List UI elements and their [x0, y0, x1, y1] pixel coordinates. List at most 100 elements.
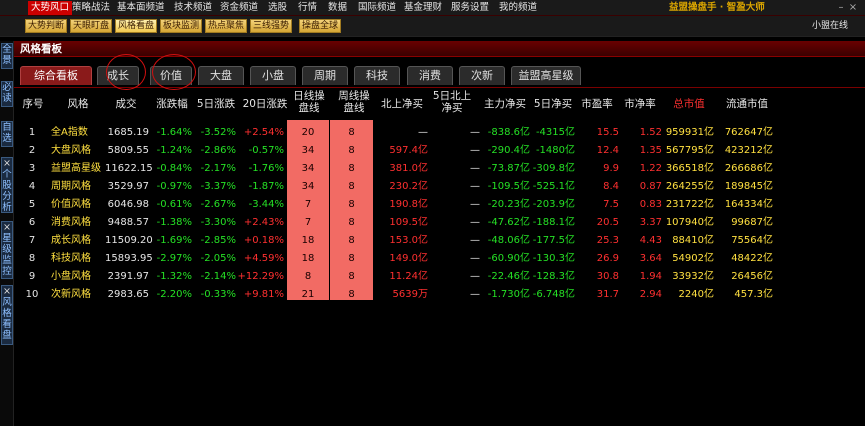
menu-shuju[interactable]: 数据 [328, 1, 347, 15]
side-tab-xingji[interactable]: × 星级监控 [1, 221, 13, 279]
table-row[interactable]: 9 小盘风格 2391.97 -1.32% -2.14% +12.29% 8 8 11.24亿 —… [14, 268, 774, 286]
btn-redian[interactable]: 热点聚焦 [205, 19, 247, 33]
cell-north: 11.24亿 [389, 271, 428, 282]
cell-north: 230.2亿 [389, 181, 428, 192]
menu-dashikoukou[interactable]: 大势风口 [28, 1, 73, 15]
cell-vol: 3529.97 [107, 181, 149, 192]
cell-north5: — [470, 235, 480, 246]
table-row[interactable]: 2 大盘风格 5809.55 -1.24% -2.86% -0.57% 34 8 597.4亿 —… [14, 142, 774, 160]
cell-name: 益盟高星级 [51, 163, 101, 174]
cell-name: 次新风格 [51, 289, 91, 300]
cell-pe: 30.8 [596, 271, 619, 282]
cell-north5: — [470, 253, 480, 264]
cell-main5: -4315亿 [535, 127, 575, 138]
table-row[interactable]: 5 价值风格 6046.98 -0.61% -2.67% -3.44% 7 8 190.8亿 — -… [14, 196, 774, 214]
cell-cap: 231722亿 [665, 199, 714, 210]
cell-no: 8 [28, 253, 36, 264]
tab-chengzhang[interactable]: 成长 [97, 66, 139, 85]
tab-keji[interactable]: 科技 [354, 66, 400, 85]
cell-main5: -1480亿 [535, 145, 575, 156]
brand-title: 益盟操盘手 · 智盈大师 [669, 2, 765, 13]
menu-jibenmian[interactable]: 基本面频道 [117, 1, 165, 15]
btn-dashi[interactable]: 大势判断 [25, 19, 67, 33]
cell-chg: -0.97% [156, 181, 192, 192]
cell-main: -22.46亿 [487, 271, 530, 282]
cell-main: -290.4亿 [487, 145, 530, 156]
menu-wode[interactable]: 我的频道 [499, 1, 537, 15]
cell-main5: -309.8亿 [532, 163, 575, 174]
cell-no: 7 [28, 235, 36, 246]
cell-chg20: +9.81% [243, 289, 284, 300]
menu-guoji[interactable]: 国际频道 [358, 1, 396, 15]
col-header-chg20: 20日涨跌 [242, 98, 288, 110]
cell-fcap: 266686亿 [724, 163, 773, 174]
minimize-icon[interactable]: – [836, 2, 846, 13]
cell-chg5: -2.85% [200, 235, 236, 246]
close-icon[interactable]: × [848, 2, 858, 13]
cell-pb: 4.43 [639, 235, 662, 246]
col-header-dayline: 日线操盘线 [293, 90, 325, 114]
cell-north: — [418, 127, 428, 138]
tab-cixin[interactable]: 次新 [459, 66, 505, 85]
btn-fengge[interactable]: 风格看盘 [115, 19, 157, 33]
cell-north: 190.8亿 [389, 199, 428, 210]
side-tab-quanjing[interactable]: 全景 [1, 43, 13, 69]
col-header-north5: 5日北上净买 [432, 90, 472, 114]
table-row[interactable]: 10 次新风格 2983.65 -2.20% -0.33% +9.81% 21 8 5639万 —… [14, 286, 774, 304]
cell-no: 1 [28, 127, 36, 138]
table-row[interactable]: 6 消费风格 9488.57 -1.38% -3.30% +2.43% 7 8 109.5亿 — -… [14, 214, 774, 232]
cell-day: 20 [301, 127, 315, 138]
menu-celue[interactable]: 策略战法 [72, 1, 110, 15]
btn-tianyan[interactable]: 天眼盯盘 [70, 19, 112, 33]
table-row[interactable]: 3 益盟高星级 11622.15 -0.84% -2.17% -1.76% 34 8 381.0… [14, 160, 774, 178]
cell-vol: 2391.97 [107, 271, 149, 282]
cell-north: 381.0亿 [389, 163, 428, 174]
menu-hangqing[interactable]: 行情 [298, 1, 317, 15]
table-row[interactable]: 7 成长风格 11509.20 -1.69% -2.85% +0.18% 18 8 153.0亿… [14, 232, 774, 250]
menu-fuwu[interactable]: 服务设置 [451, 1, 489, 15]
cell-main5: -525.1亿 [532, 181, 575, 192]
cell-chg5: -2.67% [200, 199, 236, 210]
cell-cap: 33932亿 [672, 271, 714, 282]
cell-chg: -2.97% [156, 253, 192, 264]
cell-week: 8 [348, 235, 355, 246]
cell-cap: 107940亿 [665, 217, 714, 228]
btn-sanxian[interactable]: 三线强势 [250, 19, 292, 33]
side-tab-zixuan[interactable]: 自选 [1, 121, 13, 147]
tab-xiaofei[interactable]: 消费 [407, 66, 453, 85]
col-header-pe: 市盈率 [581, 98, 613, 110]
tab-zhouqi[interactable]: 周期 [302, 66, 348, 85]
cell-day: 34 [301, 145, 315, 156]
table-row[interactable]: 1 全A指数 1685.19 -1.64% -3.52% +2.54% 20 8 — — -838.… [14, 124, 774, 142]
btn-bankuai[interactable]: 板块监测 [160, 19, 202, 33]
cell-chg: -2.20% [156, 289, 192, 300]
cell-chg20: -0.57% [248, 145, 284, 156]
menu-xuangu[interactable]: 选股 [268, 1, 287, 15]
cell-name: 周期风格 [51, 181, 91, 192]
menu-jijin[interactable]: 基金理财 [404, 1, 442, 15]
cell-pe: 26.9 [596, 253, 619, 264]
col-header-vol: 成交 [115, 98, 137, 110]
tab-dapan[interactable]: 大盘 [198, 66, 244, 85]
cell-main: -47.62亿 [487, 217, 530, 228]
table-row[interactable]: 8 科技风格 15893.95 -2.97% -2.05% +4.59% 18 8 149.0亿… [14, 250, 774, 268]
cell-north: 597.4亿 [389, 145, 428, 156]
menu-jishu[interactable]: 技术频道 [174, 1, 212, 15]
tab-xiaopan[interactable]: 小盘 [250, 66, 296, 85]
menu-zijin[interactable]: 资金频道 [220, 1, 258, 15]
tab-gaoxingji[interactable]: 益盟高星级 [511, 66, 581, 85]
cell-day: 7 [304, 217, 312, 228]
btn-quanqiu[interactable]: 操盘全球 [299, 19, 341, 33]
cell-vol: 6046.98 [107, 199, 149, 210]
tab-jiazhi[interactable]: 价值 [150, 66, 192, 85]
cell-pb: 3.64 [639, 253, 662, 264]
side-tab-fengge[interactable]: × 风格看盘 [1, 285, 13, 345]
side-tab-gegu[interactable]: × 个股分析 [1, 157, 13, 213]
cell-name: 科技风格 [51, 253, 91, 264]
tab-zonghe[interactable]: 综合看板 [20, 66, 92, 85]
table-row[interactable]: 4 周期风格 3529.97 -0.97% -3.37% -1.87% 34 8 230.2亿 —… [14, 178, 774, 196]
side-tab-bidu[interactable]: 必读 [1, 81, 13, 107]
cell-pe: 8.4 [603, 181, 619, 192]
cell-pb: 1.94 [639, 271, 662, 282]
cell-chg20: -3.44% [248, 199, 284, 210]
